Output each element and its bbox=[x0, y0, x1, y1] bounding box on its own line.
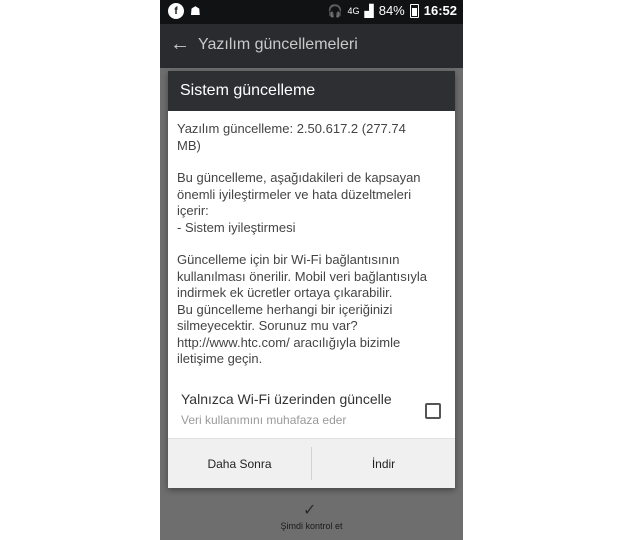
wifi-only-subtitle: Veri kullanımını muhafaza eder bbox=[181, 413, 347, 427]
download-button[interactable]: İndir bbox=[312, 439, 455, 488]
facebook-notification-icon: f bbox=[168, 3, 184, 19]
update-version-text: Yazılım güncelleme: 2.50.617.2 (277.74 M… bbox=[177, 121, 406, 153]
status-bar: f ☗ 🎧 4G ▟ 84% 16:52 bbox=[160, 0, 463, 24]
app-notification-icon: ☗ bbox=[190, 4, 201, 18]
status-time: 16:52 bbox=[423, 3, 457, 18]
battery-percent: 84% bbox=[378, 3, 405, 18]
battery-icon bbox=[409, 3, 419, 18]
dialog-title: Sistem güncelleme bbox=[168, 71, 455, 111]
app-bar-title: Yazılım güncellemeleri bbox=[198, 36, 358, 53]
later-button[interactable]: Daha Sonra bbox=[168, 439, 311, 488]
back-arrow-icon[interactable]: ← bbox=[170, 33, 190, 56]
wifi-only-option[interactable]: Yalnızca Wi-Fi üzerinden güncelle Veri k… bbox=[168, 385, 455, 435]
network-type-label: 4G bbox=[347, 5, 360, 16]
wifi-only-checkbox[interactable] bbox=[425, 403, 441, 419]
app-bar: ← Yazılım güncellemeleri bbox=[160, 24, 463, 68]
dialog-actions: Daha Sonra İndir bbox=[168, 438, 455, 488]
wifi-only-title: Yalnızca Wi-Fi üzerinden güncelle bbox=[181, 391, 392, 407]
system-update-dialog: Sistem güncelleme Yazılım güncelleme: 2.… bbox=[168, 71, 455, 488]
wifi-recommendation-text: Güncelleme için bir Wi-Fi bağlantısının … bbox=[177, 252, 427, 366]
dialog-body: Yazılım güncelleme: 2.50.617.2 (277.74 M… bbox=[168, 111, 455, 368]
check-now-label: Şimdi kontrol et bbox=[280, 521, 343, 531]
update-description-text: Bu güncelleme, aşağıdakileri de kapsayan… bbox=[177, 170, 421, 235]
signal-icon: ▟ bbox=[364, 3, 374, 18]
headphones-icon: 🎧 bbox=[327, 3, 343, 18]
check-icon: ✓ bbox=[303, 502, 317, 519]
